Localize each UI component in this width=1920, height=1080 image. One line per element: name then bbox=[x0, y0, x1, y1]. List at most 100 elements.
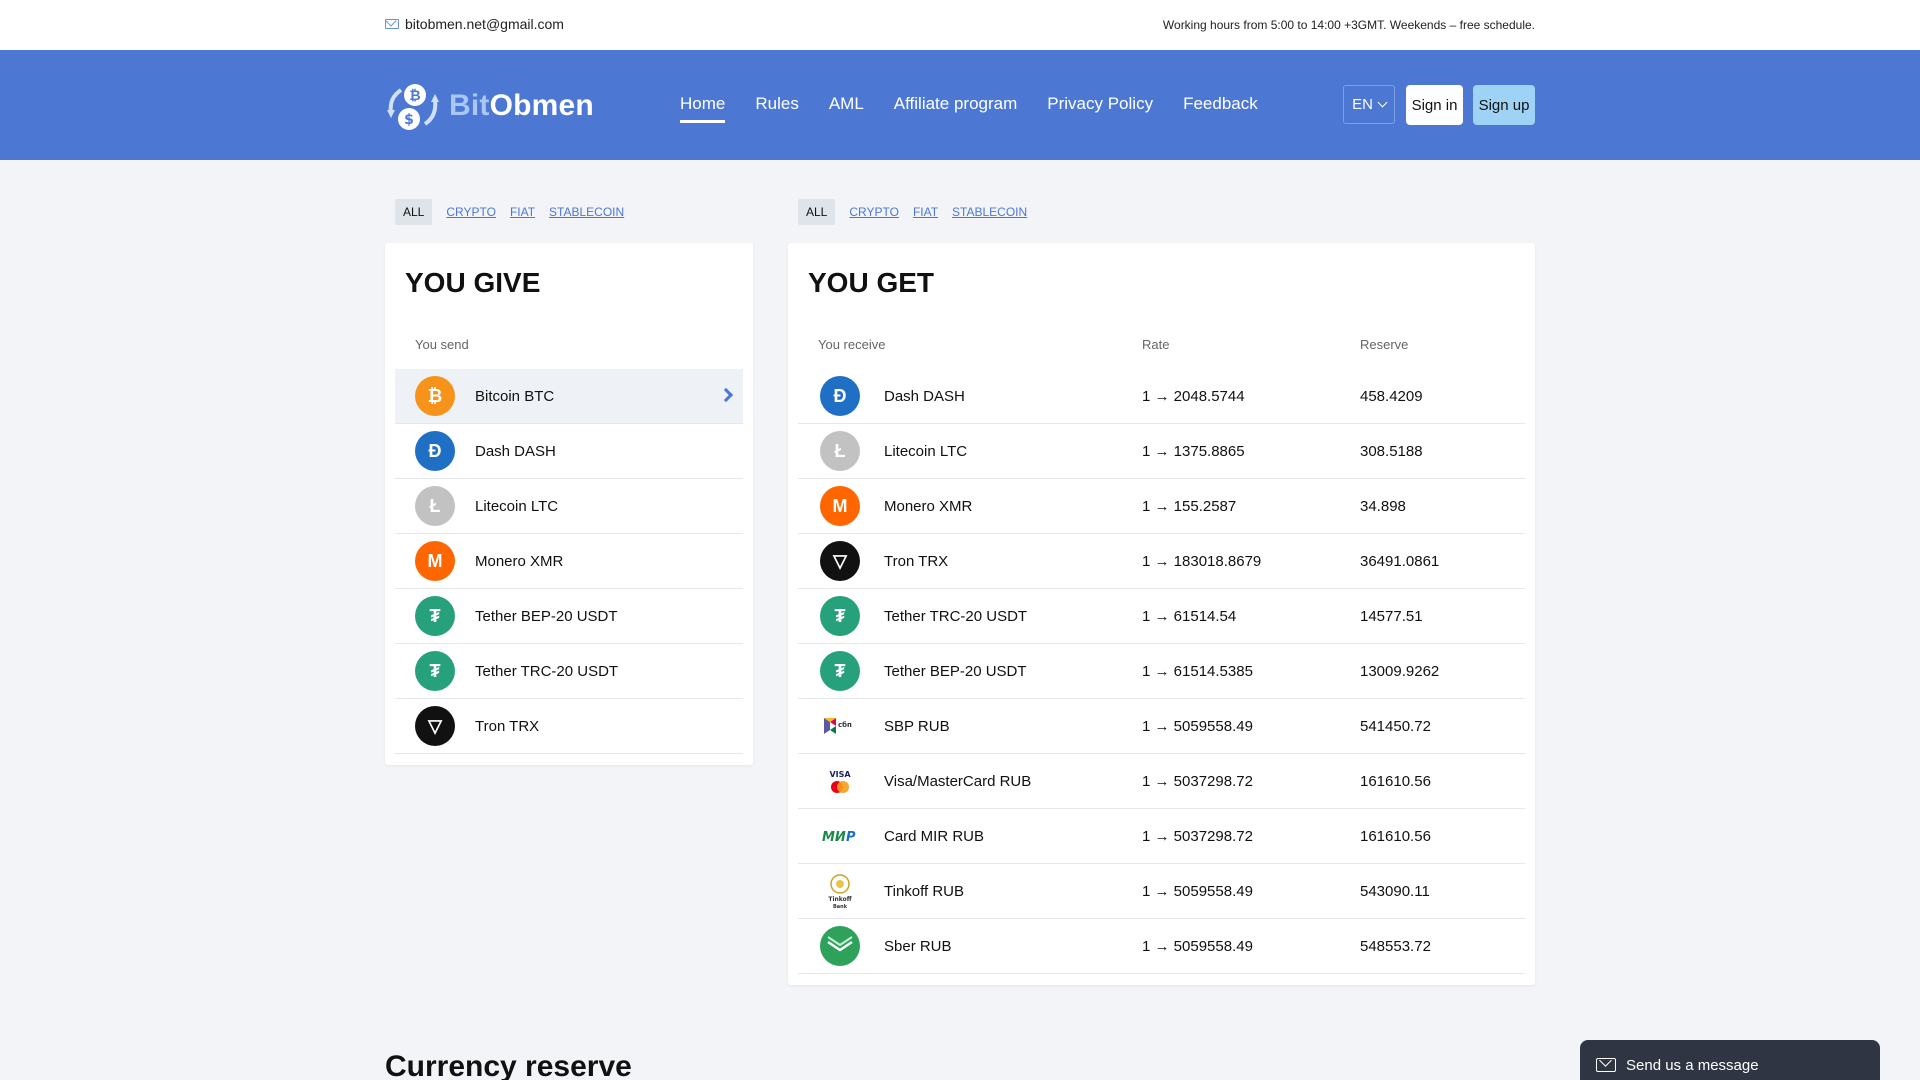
sber-icon bbox=[820, 926, 860, 966]
get-rate: 1 → 5037298.72 bbox=[1142, 827, 1253, 845]
get-row-trx[interactable]: ▽ Tron TRX 1 → 183018.8679 36491.0861 bbox=[798, 534, 1525, 589]
nav-privacy[interactable]: Privacy Policy bbox=[1047, 94, 1153, 123]
give-col-send: You send bbox=[415, 337, 469, 352]
get-col-reserve: Reserve bbox=[1360, 337, 1409, 352]
get-reserve: 161610.56 bbox=[1360, 827, 1431, 845]
logo[interactable]: ₿ $ BitObmen bbox=[385, 78, 594, 134]
give-name: Dash DASH bbox=[475, 442, 556, 460]
get-filter-all[interactable]: ALL bbox=[798, 199, 836, 225]
get-row-tinkoff[interactable]: Tinkoff Bank Tinkoff RUB 1 → 5059558.49 … bbox=[798, 864, 1525, 919]
dash-icon: Đ bbox=[415, 431, 455, 471]
contact-email[interactable]: bitobmen.net@gmail.com bbox=[385, 16, 564, 32]
get-row-xmr[interactable]: M Monero XMR 1 → 155.2587 34.898 bbox=[798, 479, 1525, 534]
chevron-right-icon bbox=[718, 387, 734, 403]
currency-reserve-title: Currency reserve bbox=[385, 1050, 632, 1080]
tether-icon: ₮ bbox=[415, 596, 455, 636]
tether-icon: ₮ bbox=[820, 651, 860, 691]
nav-rules[interactable]: Rules bbox=[755, 94, 798, 123]
envelope-icon bbox=[1596, 1058, 1616, 1072]
tinkoff-icon: Tinkoff Bank bbox=[820, 871, 860, 911]
tether-icon: ₮ bbox=[820, 596, 860, 636]
give-filter-fiat[interactable]: FIAT bbox=[510, 201, 535, 223]
get-row-mir[interactable]: МИ Р Card MIR RUB 1 → 5037298.72 161610.… bbox=[798, 809, 1525, 864]
sbp-icon: сбп bbox=[820, 706, 860, 746]
language-select[interactable]: EN bbox=[1343, 85, 1395, 124]
give-row-trx[interactable]: ▽ Tron TRX bbox=[395, 699, 743, 754]
give-filter-all[interactable]: ALL bbox=[395, 199, 433, 225]
chevron-down-icon bbox=[1377, 97, 1388, 108]
get-reserve: 543090.11 bbox=[1360, 882, 1430, 900]
svg-text:$: $ bbox=[404, 112, 414, 128]
get-name: Tinkoff RUB bbox=[884, 882, 965, 900]
svg-text:Tinkoff: Tinkoff bbox=[828, 896, 851, 903]
svg-text:Р: Р bbox=[846, 830, 856, 843]
get-reserve: 36491.0861 bbox=[1360, 552, 1440, 570]
get-col-receive: You receive bbox=[818, 337, 886, 352]
get-row-usdt-bep20[interactable]: ₮ Tether BEP-20 USDT 1 → 61514.5385 1300… bbox=[798, 644, 1525, 699]
get-rate: 1 → 61514.5385 bbox=[1142, 662, 1253, 680]
get-name: Tether BEP-20 USDT bbox=[884, 662, 1027, 680]
tron-icon: ▽ bbox=[820, 541, 860, 581]
give-row-usdt-bep20[interactable]: ₮ Tether BEP-20 USDT bbox=[395, 589, 743, 644]
get-rate: 1 → 5059558.49 bbox=[1142, 937, 1253, 955]
get-rate: 1 → 183018.8679 bbox=[1142, 552, 1262, 570]
get-col-rate: Rate bbox=[1142, 337, 1170, 352]
nav-aml[interactable]: AML bbox=[829, 94, 864, 123]
litecoin-icon: Ł bbox=[820, 431, 860, 471]
get-reserve: 308.5188 bbox=[1360, 442, 1423, 460]
logo-prefix: Bit bbox=[449, 89, 490, 122]
logo-icon: ₿ $ bbox=[387, 84, 439, 130]
mail-icon bbox=[385, 19, 399, 29]
get-name: Visa/MasterCard RUB bbox=[884, 772, 1032, 790]
get-rate: 1 → 1375.8865 bbox=[1142, 442, 1245, 460]
get-row-usdt-trc20[interactable]: ₮ Tether TRC-20 USDT 1 → 61514.54 14577.… bbox=[798, 589, 1525, 644]
get-name: SBP RUB bbox=[884, 717, 950, 735]
get-reserve: 34.898 bbox=[1360, 497, 1406, 515]
get-name: Card MIR RUB bbox=[884, 827, 985, 845]
give-filter-crypto[interactable]: CRYPTO bbox=[446, 201, 496, 223]
get-name: Sber RUB bbox=[884, 937, 952, 955]
chat-label: Send us a message bbox=[1626, 1056, 1759, 1074]
svg-text:₿: ₿ bbox=[409, 88, 420, 104]
svg-text:Bank: Bank bbox=[833, 904, 848, 910]
sign-in-button[interactable]: Sign in bbox=[1406, 85, 1463, 125]
dash-icon: Đ bbox=[820, 376, 860, 416]
get-row-dash[interactable]: Đ Dash DASH 1 → 2048.5744 458.4209 bbox=[798, 369, 1525, 424]
get-reserve: 458.4209 bbox=[1360, 387, 1423, 405]
get-row-sber[interactable]: Sber RUB 1 → 5059558.49 548553.72 bbox=[798, 919, 1525, 974]
nav-home[interactable]: Home bbox=[680, 94, 726, 123]
give-row-usdt-trc20[interactable]: ₮ Tether TRC-20 USDT bbox=[395, 644, 743, 699]
give-row-dash[interactable]: Đ Dash DASH bbox=[395, 424, 743, 479]
language-value: EN bbox=[1352, 96, 1373, 113]
get-name: Tether TRC-20 USDT bbox=[884, 607, 1028, 625]
top-bar: bitobmen.net@gmail.com Working hours fro… bbox=[0, 0, 1920, 50]
chat-widget[interactable]: Send us a message bbox=[1580, 1040, 1880, 1080]
give-name: Bitcoin BTC bbox=[475, 387, 555, 405]
svg-text:МИ: МИ bbox=[822, 830, 846, 843]
get-reserve: 541450.72 bbox=[1360, 717, 1431, 735]
get-row-sbp[interactable]: сбп SBP RUB 1 → 5059558.49 541450.72 bbox=[798, 699, 1525, 754]
give-filter-stablecoin[interactable]: STABLECOIN bbox=[549, 201, 624, 223]
sign-up-button[interactable]: Sign up bbox=[1473, 85, 1535, 125]
give-row-xmr[interactable]: M Monero XMR bbox=[395, 534, 743, 589]
nav-affiliate[interactable]: Affiliate program bbox=[894, 94, 1017, 123]
get-row-ltc[interactable]: Ł Litecoin LTC 1 → 1375.8865 308.5188 bbox=[798, 424, 1525, 479]
main-nav: Home Rules AML Affiliate program Privacy… bbox=[680, 94, 1258, 123]
get-row-visa-mastercard[interactable]: VISA Visa/MasterCard RUB 1 → 5037298.72 … bbox=[798, 754, 1525, 809]
working-hours: Working hours from 5:00 to 14:00 +3GMT. … bbox=[1162, 18, 1535, 32]
get-rate: 1 → 5059558.49 bbox=[1142, 882, 1253, 900]
give-filters: ALL CRYPTO FIAT STABLECOIN bbox=[395, 199, 624, 225]
give-name: Tron TRX bbox=[475, 717, 540, 735]
nav-feedback[interactable]: Feedback bbox=[1183, 94, 1258, 123]
get-filter-fiat[interactable]: FIAT bbox=[913, 201, 938, 223]
give-row-btc[interactable]: ₿ Bitcoin BTC bbox=[395, 369, 743, 424]
give-row-ltc[interactable]: Ł Litecoin LTC bbox=[395, 479, 743, 534]
monero-icon: M bbox=[415, 541, 455, 581]
get-filter-crypto[interactable]: CRYPTO bbox=[849, 201, 899, 223]
bitcoin-icon: ₿ bbox=[415, 376, 455, 416]
give-name: Tether BEP-20 USDT bbox=[475, 607, 618, 625]
get-filter-stablecoin[interactable]: STABLECOIN bbox=[952, 201, 1027, 223]
sber-logo-icon bbox=[827, 936, 853, 952]
tether-icon: ₮ bbox=[415, 651, 455, 691]
tron-icon: ▽ bbox=[415, 706, 455, 746]
